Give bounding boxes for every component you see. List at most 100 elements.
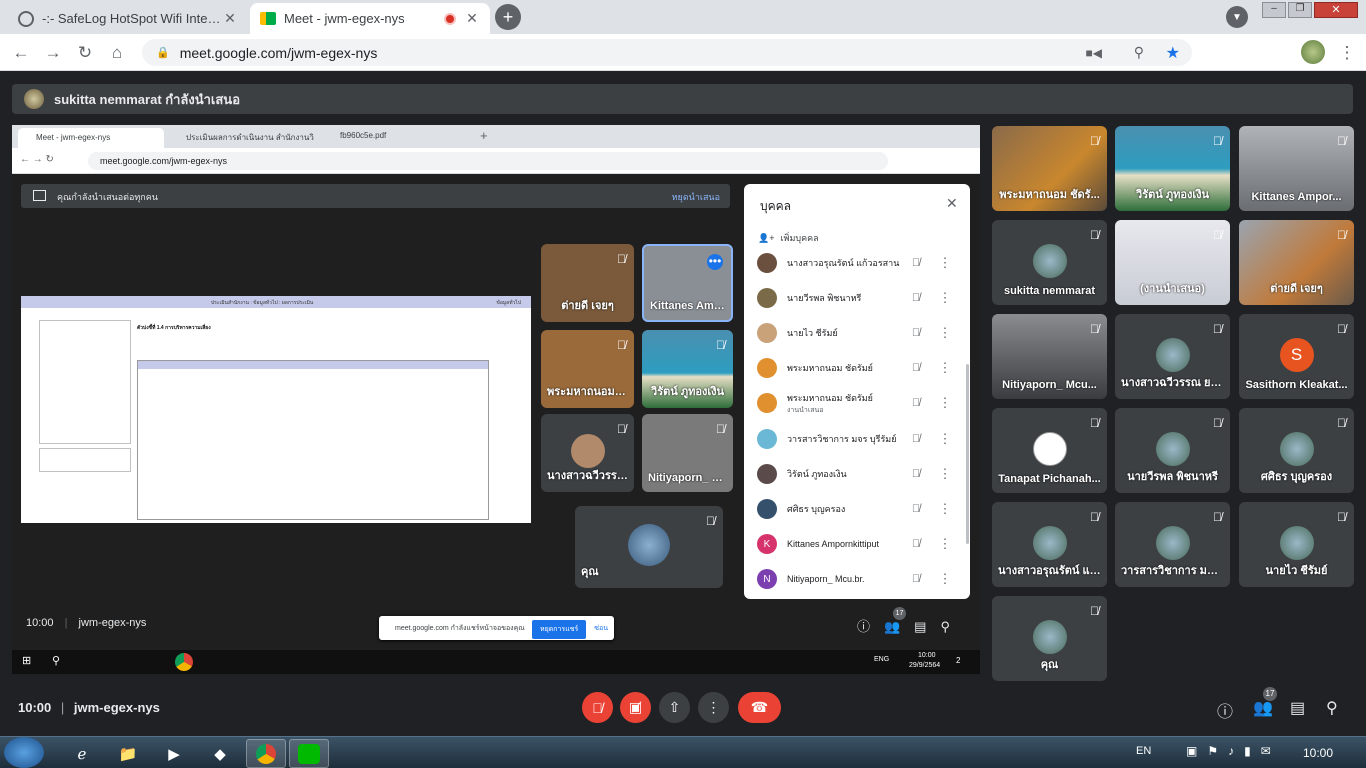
- inner-toolbar: meet.google.com/jwm-egex-nys ← → ↻: [12, 148, 980, 174]
- tray-icons[interactable]: ▣⚑♪▮✉: [1186, 744, 1281, 758]
- mic-off-icon: 🎙̸: [617, 252, 626, 266]
- present-now-button[interactable]: ⇧: [659, 692, 690, 723]
- participant-row: วิรัตน์ ภูทองเงิน 🎙̸ ⋮: [744, 456, 970, 491]
- chat-icon[interactable]: ▤: [1290, 698, 1305, 718]
- close-tab-icon[interactable]: ✕: [222, 10, 238, 27]
- present-screen-icon: ⇧: [668, 699, 681, 715]
- participant-tile[interactable]: 🎙̸ วิรัตน์ ภูทองเงิน: [1115, 126, 1230, 211]
- zoom-icon[interactable]: ⚲: [1134, 44, 1144, 61]
- avatar: [1032, 525, 1067, 560]
- browser-tab-safelog[interactable]: -:- SafeLog HotSpot Wifi Internet ✕: [8, 3, 248, 34]
- inner-start-icon: ⊞: [22, 655, 32, 667]
- meeting-details[interactable]: 10:00 | jwm-egex-nys: [18, 700, 160, 715]
- mic-off-icon: 🎙̸: [1337, 416, 1346, 430]
- shared-thumb-tile: 🎙̸ พระมหาถนอม ชัด...: [541, 330, 634, 408]
- inner-tray-notifications: 2: [956, 656, 961, 665]
- shared-document: ประเมินสำนักงาน : ข้อมูลทั่วไป : ผลการปร…: [21, 296, 531, 523]
- participant-tile[interactable]: 🎙̸ ต่ายดี เจยๆ: [1239, 220, 1354, 305]
- clock[interactable]: 10:00: [1303, 746, 1333, 760]
- bookmark-star-icon[interactable]: ★: [1166, 43, 1180, 63]
- participant-tile[interactable]: 🎙̸ นางสาวอรุณรัตน์ แก้...: [992, 502, 1107, 587]
- browser-tab-meet[interactable]: Meet - jwm-egex-nys ✕: [250, 3, 490, 34]
- inner-meeting-info: 10:00 | jwm-egex-nys: [26, 617, 147, 629]
- shared-thumb-tile: 🎙̸ ต่ายดี เจยๆ: [541, 244, 634, 322]
- avatar: [1155, 525, 1190, 560]
- more-options-icon: •••: [707, 254, 723, 270]
- new-tab-button[interactable]: +: [495, 4, 521, 30]
- participant-tile[interactable]: 🎙̸ พระมหาถนอม ชัดรั...: [992, 126, 1107, 211]
- profile-menu-icon[interactable]: ▼: [1226, 6, 1248, 28]
- tile-name: นางสาวฉวีวรรณ ย...: [547, 470, 628, 482]
- browser-menu-icon[interactable]: ⋮: [1334, 40, 1360, 66]
- maximize-window-button[interactable]: ❐: [1288, 2, 1312, 18]
- participant-tile[interactable]: S 🎙̸ Sasithorn Kleakat...: [1239, 314, 1354, 399]
- avatar: [757, 428, 777, 449]
- lock-icon: 🔒: [156, 47, 170, 59]
- participant-name-text: ศศิธร บุญครอง: [787, 503, 846, 514]
- app-icon[interactable]: ◆: [200, 739, 240, 768]
- camera-off-button[interactable]: ▣̸: [620, 692, 651, 723]
- participant-row: วารสารวิชาการ มจร บุรีรัมย์ 🎙̸ ⋮: [744, 421, 970, 456]
- chrome-taskbar-icon[interactable]: [246, 739, 286, 768]
- participant-tile[interactable]: 🎙̸ Kittanes Ampor...: [1239, 126, 1354, 211]
- camera-icon[interactable]: ■◀: [1086, 46, 1102, 60]
- meeting-info-icon[interactable]: ⓘ: [1217, 698, 1233, 722]
- avatar: [570, 434, 605, 469]
- participant-row: พระมหาถนอม ชัดรัมย์ งานนำเสนอ 🎙̸ ⋮: [744, 386, 970, 421]
- participant-tile[interactable]: 🎙̸ (งานนำเสนอ): [1115, 220, 1230, 305]
- participant-tile[interactable]: 🎙̸ Nitiyaporn_ Mcu...: [992, 314, 1107, 399]
- participant-name: วารสารวิชาการ มจร บุรีรัมย์: [787, 432, 905, 446]
- close-tab-icon[interactable]: ✕: [464, 10, 480, 27]
- people-icon[interactable]: 👥: [1253, 698, 1273, 718]
- document-sidebar-tree: [39, 320, 131, 444]
- avatar: [1032, 243, 1067, 278]
- participant-tile[interactable]: 🎙̸ นายวีรพล พิชนาหรี: [1115, 408, 1230, 493]
- tile-name: คุณ: [581, 566, 599, 578]
- participant-row: นายวีรพล พิชนาหรี 🎙̸ ⋮: [744, 280, 970, 315]
- mic-off-icon: 🎙̸: [1090, 322, 1099, 336]
- participant-name-text: พระมหาถนอม ชัดรัมย์: [787, 392, 873, 403]
- document-title: ตัวบ่งชี้ที่ 1.4 การบริหารความเสี่ยง: [137, 325, 211, 331]
- participant-tile[interactable]: 🎙̸ นายไว ชีรัมย์: [1239, 502, 1354, 587]
- avatar: [628, 524, 670, 567]
- language-indicator[interactable]: EN: [1136, 745, 1151, 757]
- close-window-button[interactable]: ✕: [1314, 2, 1358, 18]
- recording-dot-icon: [444, 12, 456, 25]
- reload-icon[interactable]: ↻: [72, 40, 98, 66]
- tile-name: ต่ายดี เจยๆ: [561, 300, 614, 312]
- inner-side-icons: ⓘ👥▤⚲: [857, 619, 964, 634]
- more-vert-icon: ⋮: [938, 430, 952, 446]
- participant-tile[interactable]: 🎙̸ นางสาวฉวีวรรณ ยอ...: [1115, 314, 1230, 399]
- forward-arrow-icon[interactable]: →: [40, 40, 66, 66]
- participant-row: นางสาวอรุณรัตน์ แก้วอรสาน 🎙̸ ⋮: [744, 245, 970, 280]
- inner-tab-title: Meet - jwm-egex-nys: [36, 133, 111, 142]
- participant-subtitle: งานนำเสนอ: [787, 406, 824, 414]
- mic-off-button[interactable]: 🎙̸: [582, 692, 613, 723]
- home-icon[interactable]: ⌂: [104, 40, 130, 66]
- leave-call-button[interactable]: ☎: [738, 692, 781, 723]
- minimize-window-button[interactable]: –: [1262, 2, 1286, 18]
- participant-tile[interactable]: 🎙̸ คุณ: [992, 596, 1107, 681]
- safelog-tab-icon: [18, 10, 34, 27]
- more-options-button[interactable]: ⋮: [698, 692, 729, 723]
- explorer-icon[interactable]: 📁: [108, 739, 148, 768]
- activities-icon[interactable]: ⚲: [1326, 698, 1338, 718]
- participant-tile[interactable]: 🎙̸ ศศิธร บุญครอง: [1239, 408, 1354, 493]
- avatar: S: [1279, 337, 1314, 372]
- people-panel: บุคคล ✕ 👤+ เพิ่มบุคคล นางสาวอรุณรัตน์ แก้…: [744, 184, 970, 599]
- inner-tab-meet: Meet - jwm-egex-nys: [18, 128, 164, 148]
- participant-row: N Nitiyaporn_ Mcu.br. 🎙̸ ⋮: [744, 562, 970, 597]
- shared-thumb-tile: ••• Kittanes Ampo...: [642, 244, 733, 322]
- line-taskbar-icon[interactable]: [289, 739, 329, 768]
- back-arrow-icon[interactable]: ←: [8, 40, 34, 66]
- ie-icon[interactable]: ℯ: [62, 739, 102, 768]
- media-player-icon[interactable]: ▶: [154, 739, 194, 768]
- start-button[interactable]: [4, 737, 44, 768]
- participant-tile[interactable]: 🎙̸ sukitta nemmarat: [992, 220, 1107, 305]
- participant-tile[interactable]: 🎙̸ Tanapat Pichanah...: [992, 408, 1107, 493]
- participant-row: พระมหาถนอม ชัดรัมย์ 🎙̸ ⋮: [744, 351, 970, 386]
- more-vert-icon: ⋮: [938, 571, 952, 587]
- profile-avatar[interactable]: [1301, 40, 1325, 64]
- participant-tile[interactable]: 🎙̸ วารสารวิชาการ มจร ...: [1115, 502, 1230, 587]
- address-bar[interactable]: 🔒 meet.google.com/jwm-egex-nys ■◀ ⚲ ★: [142, 39, 1192, 66]
